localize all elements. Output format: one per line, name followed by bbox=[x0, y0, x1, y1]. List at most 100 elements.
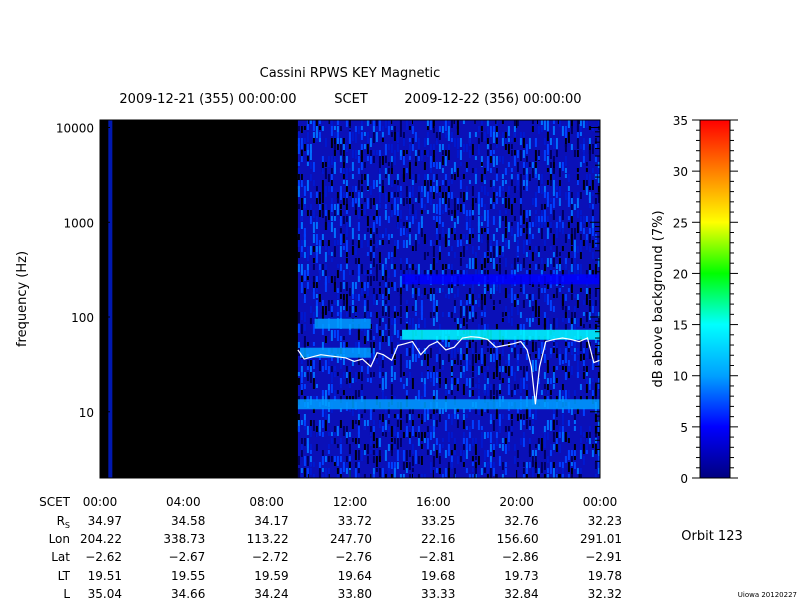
spectrogram-cell bbox=[402, 462, 405, 470]
ephemeris-cell: −2.91 bbox=[585, 550, 622, 564]
spectrogram-cell bbox=[510, 390, 513, 397]
spectrogram-cell bbox=[336, 198, 339, 203]
spectrogram-cell bbox=[558, 288, 561, 292]
spectrogram-cell bbox=[486, 120, 489, 127]
spectrogram-cell bbox=[396, 144, 399, 152]
spectrogram-cell bbox=[477, 204, 480, 215]
spectrogram-cell bbox=[408, 138, 411, 142]
spectrogram-cell bbox=[369, 414, 372, 420]
spectrogram-cell bbox=[405, 240, 408, 248]
spectrogram-cell bbox=[573, 444, 576, 451]
spectrogram-cell bbox=[351, 270, 354, 275]
spectrogram-cell bbox=[525, 234, 528, 239]
spectrogram-cell bbox=[390, 378, 393, 382]
spectrogram-cell bbox=[507, 414, 510, 420]
spectrogram-cell bbox=[444, 204, 447, 212]
spectrogram-cell bbox=[456, 354, 459, 365]
spectrogram-cell bbox=[555, 342, 558, 349]
spectrogram-cell bbox=[591, 192, 594, 196]
spectrogram-cell bbox=[363, 282, 366, 291]
spectrogram-cell bbox=[585, 450, 588, 454]
spectrogram-cell bbox=[438, 204, 441, 215]
spectrogram-cell bbox=[297, 342, 300, 349]
spectrogram-cell bbox=[585, 120, 588, 128]
spectrogram-cell bbox=[561, 126, 564, 136]
spectrogram-cell bbox=[504, 240, 507, 247]
spectrogram-cell bbox=[555, 192, 558, 198]
spectrogram-cell bbox=[372, 132, 375, 143]
spectrogram-cell bbox=[405, 198, 408, 204]
colorbar-tick-label: 0 bbox=[680, 472, 688, 486]
spectrogram-cell bbox=[459, 360, 462, 365]
spectrogram-cell bbox=[456, 414, 459, 419]
spectrogram-cell bbox=[438, 132, 441, 140]
spectrogram-cell bbox=[459, 252, 462, 257]
spectrogram-cell bbox=[456, 198, 459, 205]
spectrogram-cell bbox=[537, 438, 540, 445]
spectrogram-cell bbox=[489, 168, 492, 173]
spectrogram-cell bbox=[333, 372, 336, 377]
spectrogram-cell bbox=[447, 450, 450, 456]
spectrogram-cell bbox=[315, 384, 318, 388]
spectrogram-cell bbox=[447, 204, 450, 208]
spectrogram-cell bbox=[465, 468, 468, 473]
spectrogram-cell bbox=[297, 240, 300, 247]
spectrogram-cell bbox=[339, 156, 342, 162]
spectrogram-cell bbox=[519, 138, 522, 145]
spectrogram-cell bbox=[474, 132, 477, 137]
spectrogram-cell bbox=[564, 156, 567, 166]
spectrogram-cell bbox=[465, 144, 468, 152]
spectrogram-cell bbox=[348, 384, 351, 388]
spectrogram-cell bbox=[522, 186, 525, 190]
spectrogram-cell bbox=[471, 468, 474, 472]
spectrogram-cell bbox=[411, 264, 414, 270]
spectrogram-cell bbox=[390, 168, 393, 174]
spectrogram-cell bbox=[471, 234, 474, 238]
spectrogram-cell bbox=[381, 276, 384, 280]
spectrogram-cell bbox=[564, 294, 567, 301]
ephemeris-cell: 19.51 bbox=[88, 569, 122, 583]
spectrogram-cell bbox=[372, 234, 375, 244]
spectrogram-cell bbox=[570, 312, 573, 318]
spectrogram-cell bbox=[354, 450, 357, 460]
spectrogram-cell bbox=[297, 378, 300, 385]
spectrogram-cell bbox=[522, 438, 525, 447]
spectrogram-cell bbox=[552, 252, 555, 257]
spectrogram-cell bbox=[309, 306, 312, 313]
spectrogram-cell bbox=[570, 234, 573, 245]
spectrogram-cell bbox=[405, 228, 408, 237]
spectrogram-cell bbox=[387, 444, 390, 451]
spectrogram-cell bbox=[495, 240, 498, 246]
spectrogram-cell bbox=[402, 228, 405, 235]
spectrogram-cell bbox=[420, 210, 423, 214]
spectrogram-cell bbox=[417, 438, 420, 446]
spectrogram-cell bbox=[396, 240, 399, 249]
spectrogram-cell bbox=[591, 168, 594, 173]
spectrogram-cell bbox=[492, 150, 495, 154]
spectrogram-cell bbox=[585, 294, 588, 305]
spectrogram-cell bbox=[417, 264, 420, 275]
spectrogram-cell bbox=[486, 240, 489, 251]
ephemeris-cell: 113.22 bbox=[247, 532, 289, 546]
spectrogram-cell bbox=[462, 318, 465, 326]
spectrogram-cell bbox=[333, 168, 336, 174]
spectrogram-cell bbox=[546, 456, 549, 463]
spectrogram-cell bbox=[510, 348, 513, 352]
spectrogram-cell bbox=[438, 384, 441, 388]
spectrogram-cell bbox=[516, 180, 519, 190]
spectrogram-cell bbox=[393, 318, 396, 324]
spectrogram-cell bbox=[393, 282, 396, 291]
spectrogram-cell bbox=[321, 192, 324, 203]
spectrogram-cell bbox=[330, 312, 333, 317]
spectrogram-cell bbox=[459, 348, 462, 355]
spectrogram-cell bbox=[585, 312, 588, 322]
spectrogram-cell bbox=[390, 210, 393, 217]
spectrogram-cell bbox=[486, 432, 489, 438]
spectrogram-cell bbox=[552, 234, 555, 245]
spectrogram-cell bbox=[423, 252, 426, 260]
spectrogram-cell bbox=[486, 138, 489, 145]
spectrogram-cell bbox=[366, 198, 369, 209]
spectrogram-cell bbox=[408, 438, 411, 444]
orbit-label: Orbit 123 bbox=[681, 529, 742, 544]
spectrogram-cell bbox=[483, 252, 486, 258]
